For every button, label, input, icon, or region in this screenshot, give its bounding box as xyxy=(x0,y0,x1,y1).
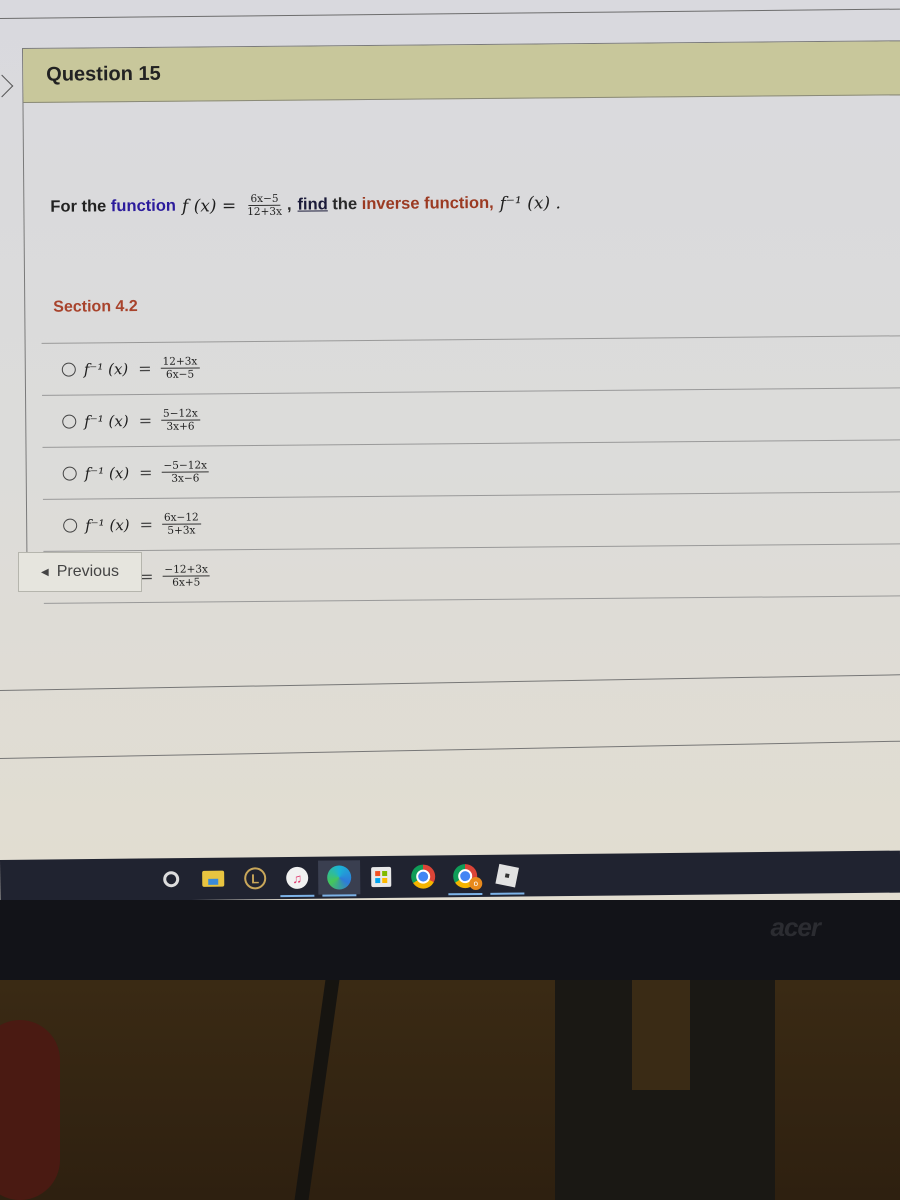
chevron-right-icon[interactable] xyxy=(0,74,14,98)
cortana-button[interactable] xyxy=(150,862,192,896)
fraction-numerator: 6x−5 xyxy=(248,192,281,207)
background-object xyxy=(0,1020,60,1200)
answer-option[interactable]: f⁻¹ (x) = 5−12x 3x+6 xyxy=(42,388,900,448)
radio-button[interactable] xyxy=(61,362,76,377)
microsoft-store-button[interactable] xyxy=(360,860,402,894)
radio-button[interactable] xyxy=(62,414,77,429)
fraction-denominator: 5+3x xyxy=(167,524,196,537)
find-link[interactable]: find xyxy=(297,195,327,214)
answer-fraction: 12+3x 6x−5 xyxy=(160,355,200,381)
answer-label: f⁻¹ (x) xyxy=(85,515,130,534)
answer-label: f⁻¹ (x) xyxy=(83,359,129,378)
question-header: Question 15 xyxy=(23,41,900,103)
league-of-legends-icon: L xyxy=(244,867,267,890)
the-word: the xyxy=(327,195,362,214)
league-of-legends-button[interactable]: L xyxy=(234,861,276,895)
answer-option[interactable]: f⁻¹ (x) = 12+3x 6x−5 xyxy=(41,336,900,396)
divider xyxy=(0,8,900,19)
taskbar: L ♫ o xyxy=(0,850,900,900)
caret-left-icon: ◀ xyxy=(41,566,49,578)
answer-fraction: −5−12x 3x−6 xyxy=(161,459,210,485)
question-text: For the function f (x) = 6x−5 12+3x , fi… xyxy=(50,190,567,220)
inverse-text: inverse function, xyxy=(361,193,494,214)
roblox-button[interactable] xyxy=(486,858,528,892)
cortana-icon xyxy=(163,871,180,888)
previous-button[interactable]: ◀ Previous xyxy=(18,552,142,592)
itunes-icon: ♫ xyxy=(286,866,309,890)
monitor-brand-logo: acer xyxy=(770,912,821,942)
file-explorer-icon xyxy=(202,870,225,887)
answer-option[interactable]: f⁻¹ (x) = −5−12x 3x−6 xyxy=(42,440,900,500)
equals-sign: = xyxy=(139,514,154,534)
chrome-profile-button[interactable]: o xyxy=(444,859,486,893)
monitor-screen: Question 15 For the function f (x) = 6x−… xyxy=(0,0,900,900)
fraction-numerator: −5−12x xyxy=(161,459,210,473)
answer-label: f⁻¹ (x) xyxy=(84,463,130,482)
file-explorer-button[interactable] xyxy=(192,862,234,896)
divider xyxy=(0,673,900,691)
fraction-denominator: 12+3x xyxy=(247,205,283,219)
fraction-denominator: 6x+5 xyxy=(172,576,201,589)
question-card: Question 15 For the function f (x) = 6x−… xyxy=(22,40,900,604)
answer-label: f⁻¹ (x) xyxy=(84,411,129,430)
divider xyxy=(0,740,900,759)
room-background xyxy=(0,980,900,1200)
target-label: f⁻¹ (x) . xyxy=(499,192,561,214)
answer-fraction: 5−12x 3x+6 xyxy=(160,407,200,433)
fraction-denominator: 3x−6 xyxy=(171,472,200,485)
edge-icon xyxy=(327,865,352,890)
answer-fraction: −12+3x 6x+5 xyxy=(162,563,211,589)
function-word: function xyxy=(110,196,177,216)
function-label: f (x) = xyxy=(181,195,237,217)
equals-sign: = xyxy=(139,462,153,482)
edge-button[interactable] xyxy=(318,860,361,895)
chrome-button[interactable] xyxy=(402,859,444,893)
previous-label: Previous xyxy=(56,563,119,580)
cable xyxy=(294,980,340,1200)
profile-badge: o xyxy=(469,876,483,891)
fraction-numerator: 6x−12 xyxy=(161,511,201,525)
roblox-icon xyxy=(495,863,519,888)
monitor-bezel xyxy=(0,900,900,980)
radio-button[interactable] xyxy=(62,466,77,481)
background-panel xyxy=(632,980,690,1090)
answer-fraction: 6x−12 5+3x xyxy=(161,511,201,537)
taskbar-icons: L ♫ o xyxy=(150,858,528,896)
lead-text: For the xyxy=(50,197,111,216)
itunes-button[interactable]: ♫ xyxy=(276,861,318,895)
fraction-denominator: 3x+6 xyxy=(166,420,195,433)
question-title: Question 15 xyxy=(46,62,161,86)
question-lead: For the function xyxy=(50,197,176,217)
fraction-numerator: −12+3x xyxy=(162,563,211,577)
function-fraction: 6x−5 12+3x xyxy=(245,192,284,219)
equals-sign: = xyxy=(138,358,152,378)
radio-button[interactable] xyxy=(63,518,78,533)
chrome-icon xyxy=(411,864,436,889)
section-label: Section 4.2 xyxy=(53,298,138,316)
question-body: For the function f (x) = 6x−5 12+3x , fi… xyxy=(23,95,900,604)
answer-list: f⁻¹ (x) = 12+3x 6x−5 f⁻¹ (x) = 5−12x 3x+… xyxy=(41,335,900,604)
answer-option[interactable]: f⁻¹ (x) = 6x−12 5+3x xyxy=(42,492,900,552)
fraction-numerator: 5−12x xyxy=(160,407,200,421)
equals-sign: = xyxy=(138,410,153,430)
fraction-denominator: 6x−5 xyxy=(165,368,195,381)
comma: , xyxy=(286,195,292,214)
answer-option[interactable]: f⁻¹ (x) = −12+3x 6x+5 xyxy=(43,544,900,604)
fraction-numerator: 12+3x xyxy=(160,355,200,369)
microsoft-store-icon xyxy=(371,866,392,888)
